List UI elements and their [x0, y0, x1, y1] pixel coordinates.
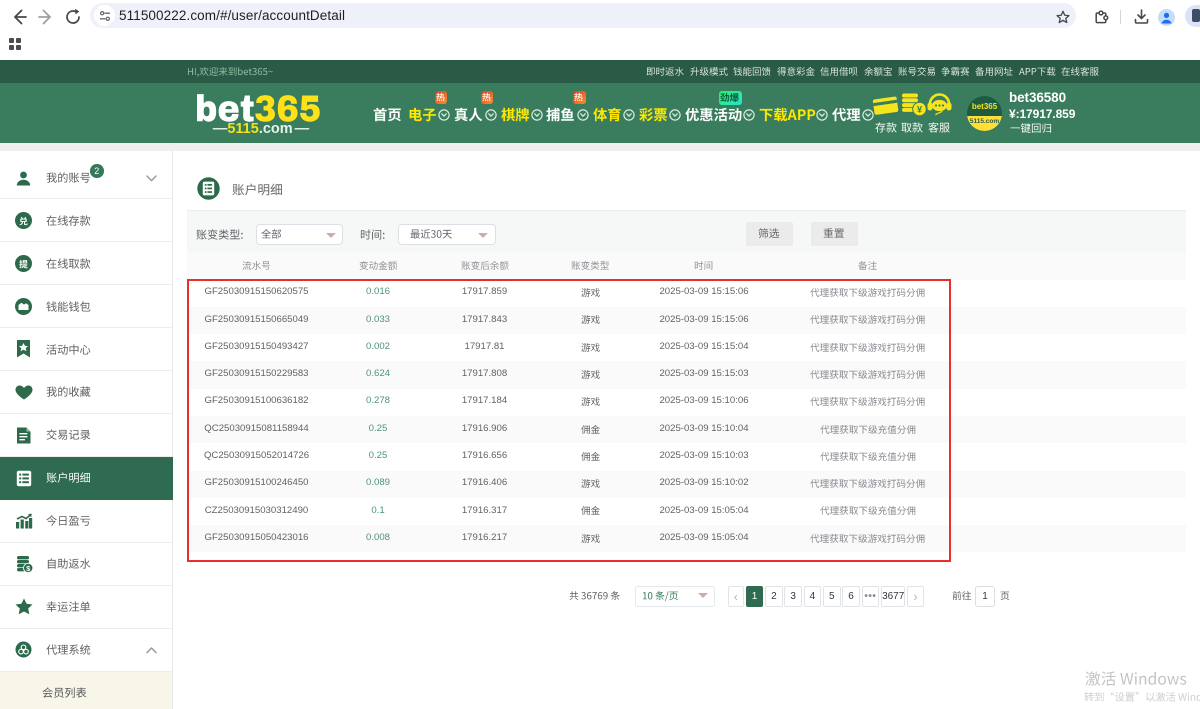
- svg-text:¥: ¥: [917, 105, 923, 116]
